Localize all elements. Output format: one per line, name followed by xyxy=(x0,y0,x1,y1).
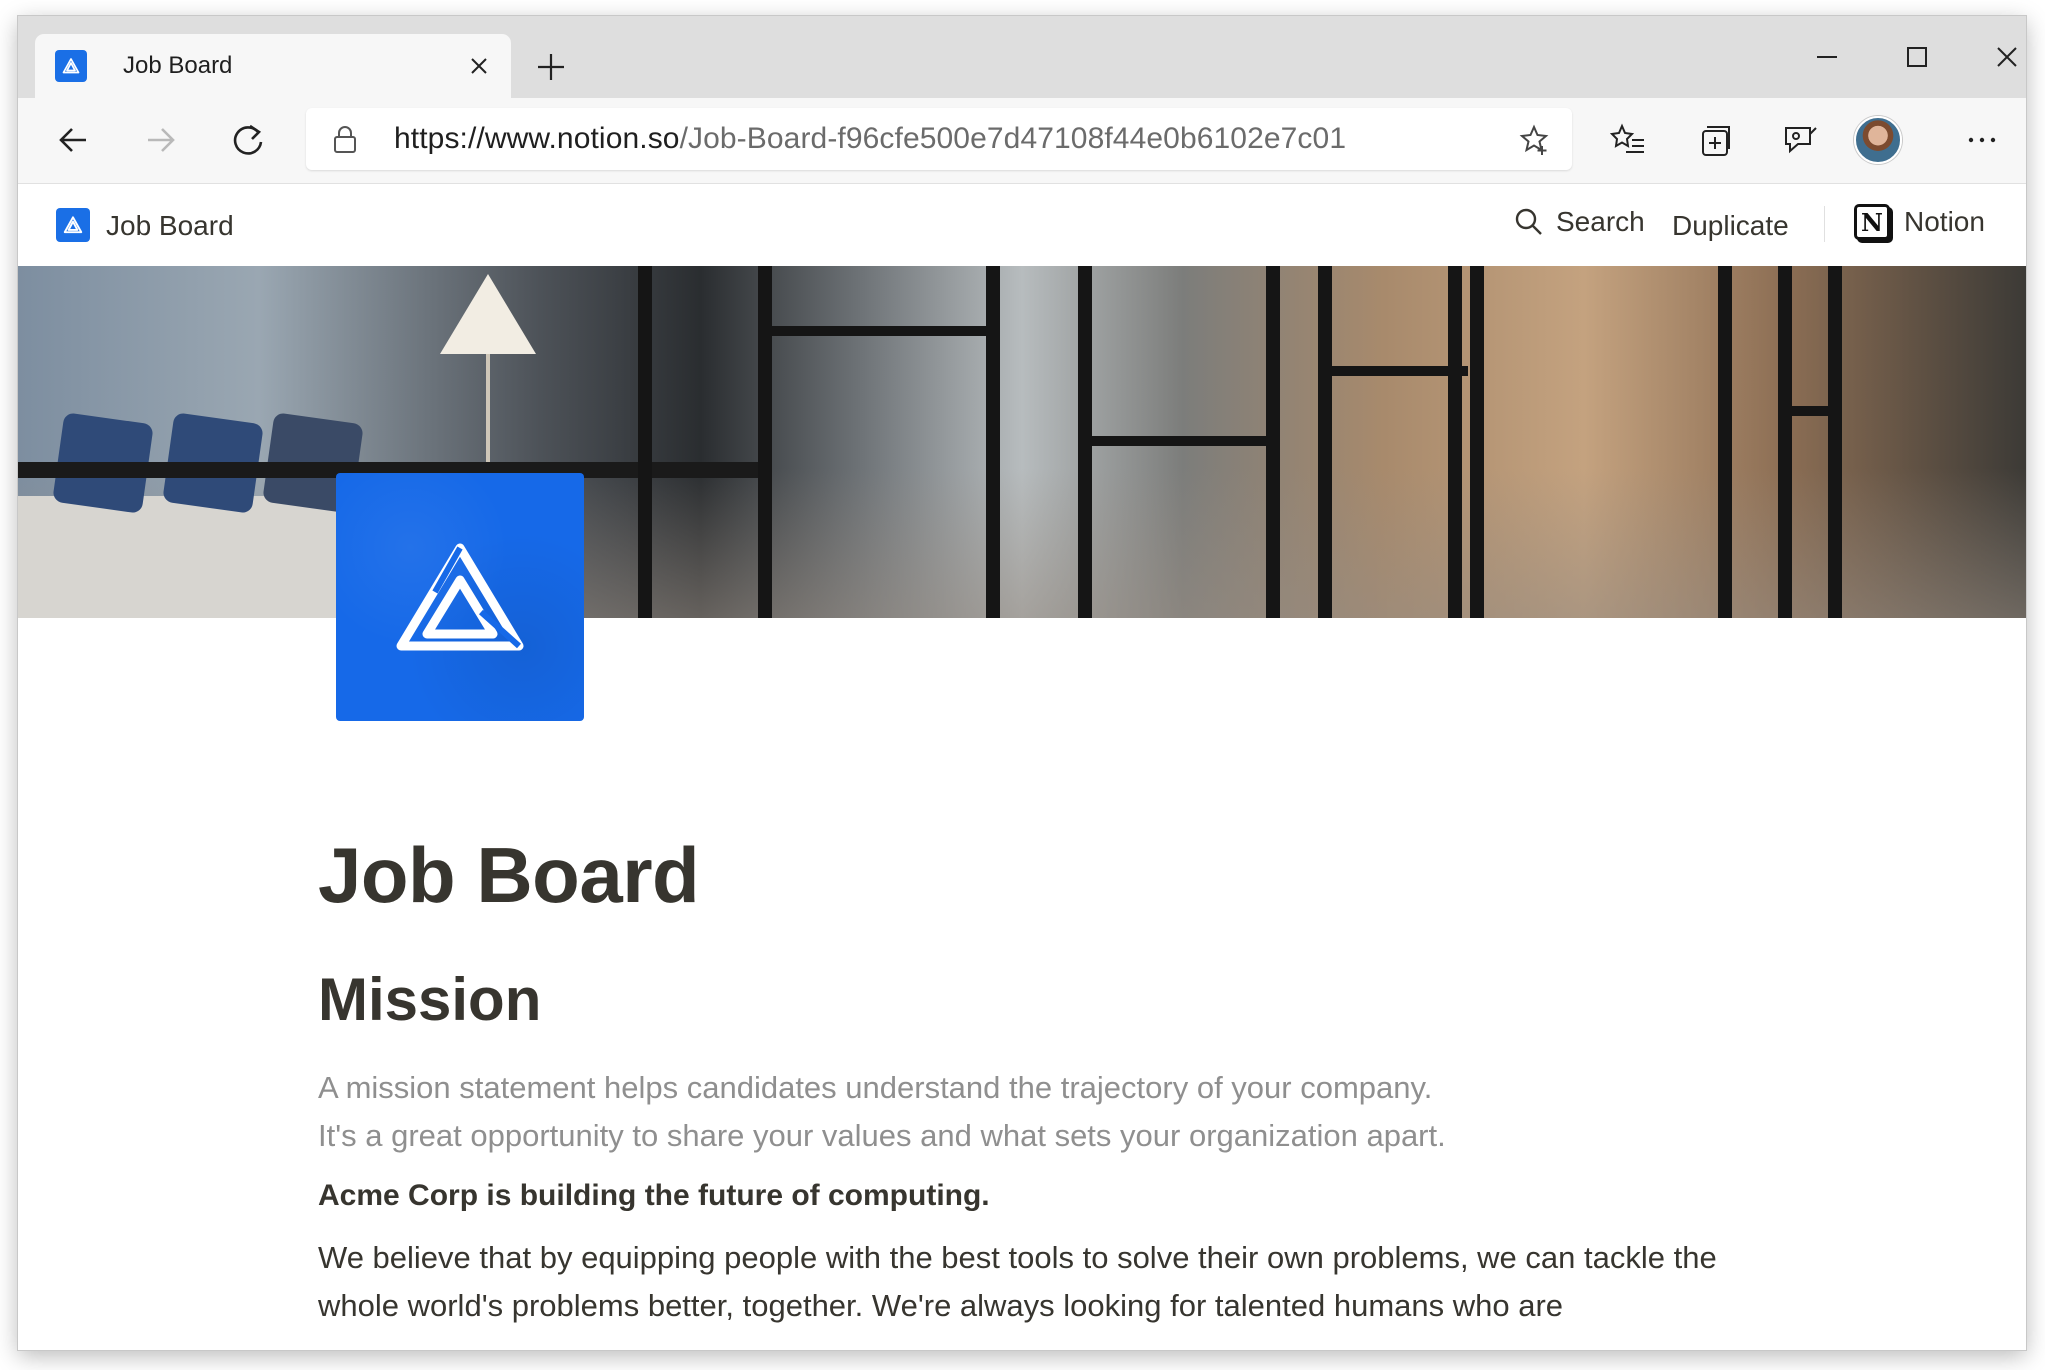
url-text[interactable]: https://www.notion.so/Job-Board-f96cfe50… xyxy=(394,122,1346,156)
forward-icon[interactable] xyxy=(140,120,180,160)
search-icon xyxy=(1515,208,1542,235)
page-content: Job Board Mission A mission statement he… xyxy=(318,836,1778,1330)
notion-logo-icon: N xyxy=(1854,204,1890,240)
address-bar[interactable]: https://www.notion.so/Job-Board-f96cfe50… xyxy=(306,108,1572,170)
duplicate-button[interactable]: Duplicate xyxy=(1672,210,1789,242)
topbar-divider xyxy=(1824,206,1825,242)
cover-image xyxy=(18,266,2026,618)
page-icon[interactable] xyxy=(336,473,584,721)
title-bar: Job Board xyxy=(18,16,2026,98)
browser-window: Job Board https://www.notion.so/Job-Boar… xyxy=(18,16,2026,1350)
search-label: Search xyxy=(1556,206,1645,237)
tab-title: Job Board xyxy=(123,52,233,79)
profile-avatar[interactable] xyxy=(1854,116,1902,164)
tab-close-icon[interactable] xyxy=(467,54,491,78)
page-title[interactable]: Job Board xyxy=(318,836,1778,914)
placeholder-line-1: A mission statement helps candidates und… xyxy=(318,1070,1433,1105)
mission-paragraph[interactable]: We believe that by equipping people with… xyxy=(318,1234,1778,1330)
mission-heading[interactable]: Mission xyxy=(318,970,1778,1030)
more-options-icon[interactable] xyxy=(1962,120,2002,160)
notion-link[interactable]: N Notion xyxy=(1854,204,1985,240)
url-path: /Job-Board-f96cfe500e7d47108f44e0b6102e7… xyxy=(679,122,1347,155)
acme-triangle-icon xyxy=(396,543,524,651)
lock-icon xyxy=(334,126,356,153)
collections-icon[interactable] xyxy=(1694,120,1734,160)
close-window-icon[interactable] xyxy=(1994,44,2020,70)
address-toolbar: https://www.notion.so/Job-Board-f96cfe50… xyxy=(18,98,2026,184)
search-button[interactable]: Search xyxy=(1514,206,1645,238)
notion-label: Notion xyxy=(1904,206,1985,237)
back-icon[interactable] xyxy=(54,120,94,160)
notion-topbar: Job Board Search Duplicate N Notion xyxy=(18,184,2026,264)
feedback-icon[interactable] xyxy=(1780,120,1820,160)
maximize-icon[interactable] xyxy=(1904,44,1930,70)
minimize-icon[interactable] xyxy=(1814,44,1840,70)
new-tab-icon[interactable] xyxy=(534,50,568,84)
tab-favicon-icon xyxy=(55,50,87,82)
add-favorite-icon[interactable] xyxy=(1518,124,1550,156)
breadcrumb-page-title[interactable]: Job Board xyxy=(106,210,234,242)
favorites-icon[interactable] xyxy=(1608,120,1648,160)
refresh-icon[interactable] xyxy=(228,120,268,160)
mission-placeholder[interactable]: A mission statement helps candidates und… xyxy=(318,1064,1778,1160)
bold-statement[interactable]: Acme Corp is building the future of comp… xyxy=(318,1174,1778,1218)
placeholder-line-2: It's a great opportunity to share your v… xyxy=(318,1118,1446,1153)
breadcrumb-page-icon[interactable] xyxy=(56,208,90,242)
browser-tab[interactable]: Job Board xyxy=(35,34,511,98)
url-host: https://www.notion.so xyxy=(394,122,680,155)
